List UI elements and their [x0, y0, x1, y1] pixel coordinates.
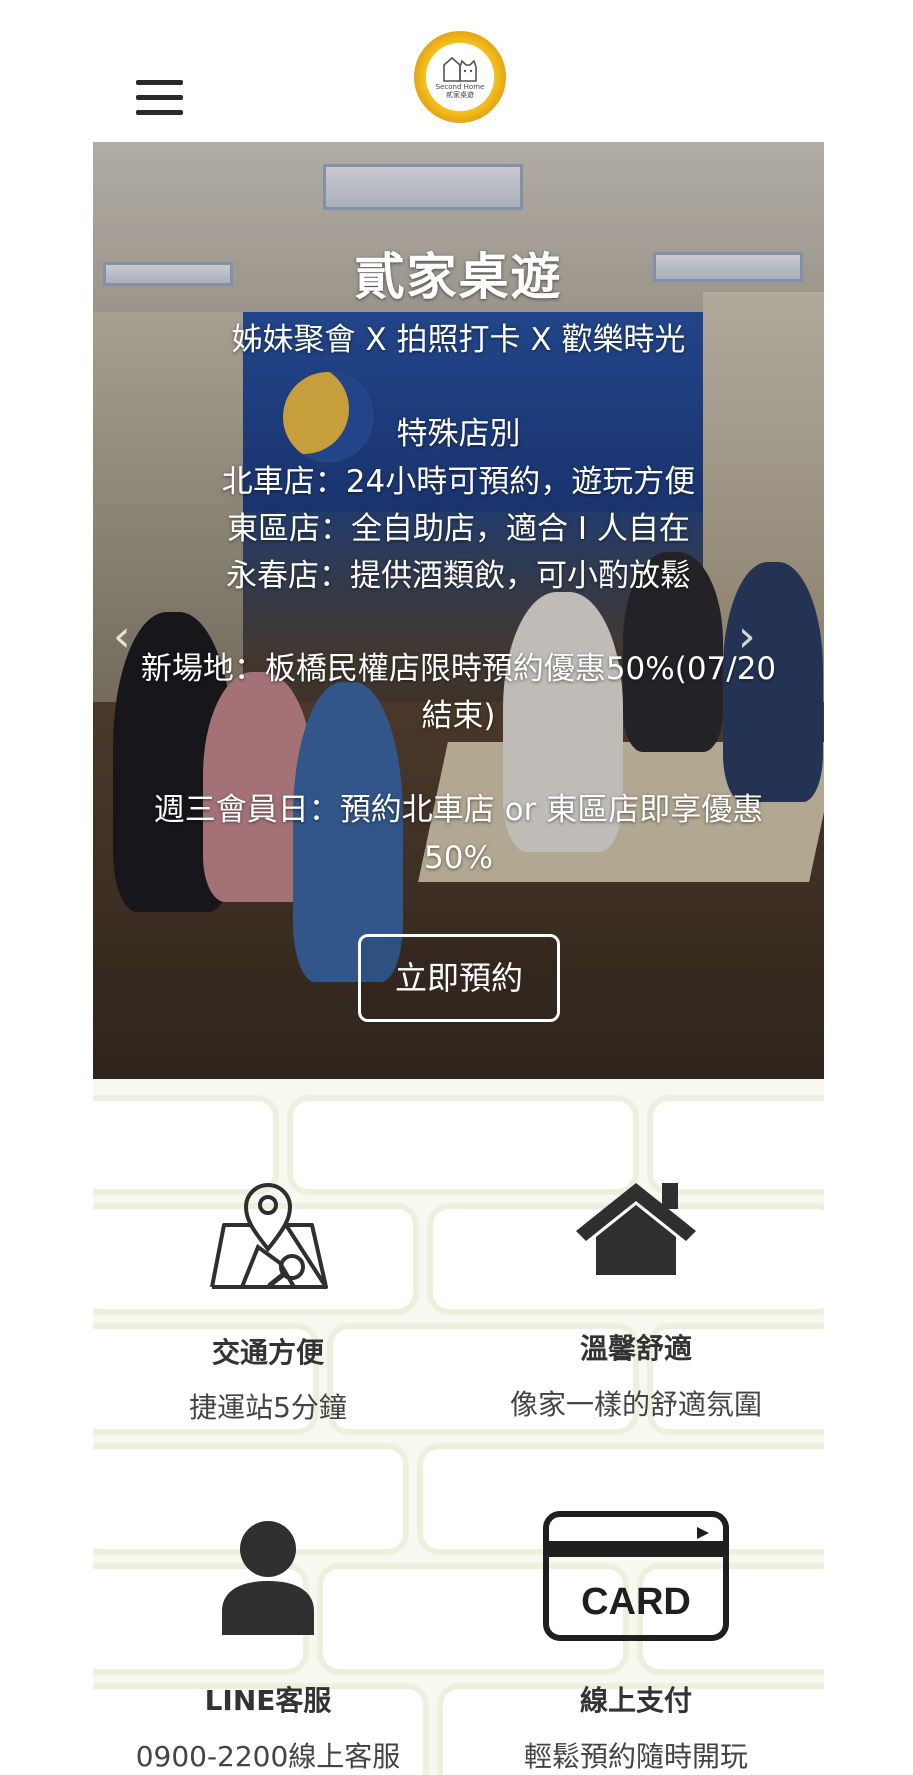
feature-title: 線上支付 — [579, 1684, 692, 1717]
feature-description: 0900-2200線上客服 — [135, 1740, 401, 1773]
feature-description: 像家一樣的舒適氛圍 — [509, 1388, 762, 1421]
features-section: 交通方便 捷運站5分鐘 溫馨舒適 像家一樣的舒適氛圍 LINE客服 0900-2… — [93, 1079, 824, 1775]
hamburger-menu-button[interactable] — [108, 64, 210, 146]
hero-store-line: 東區店：全自助店，適合 I 人自在 — [227, 511, 690, 547]
feature-description: 輕鬆預約隨時開玩 — [523, 1740, 748, 1773]
hero-promo-line: 新場地：板橋民權店限時預約優惠50%(07/20 — [140, 651, 777, 687]
slider-prev-arrow-icon[interactable]: ‹ — [113, 612, 143, 662]
logo-text-en: Second Home — [435, 83, 485, 91]
hero-member-line: 50% — [424, 840, 493, 876]
cat-house-icon — [443, 56, 477, 82]
hero-tagline: 姊妹聚會 X 拍照打卡 X 歡樂時光 — [231, 322, 686, 358]
brick-decoration — [653, 1101, 824, 1189]
hero-store-line: 永春店：提供酒類飲，可小酌放鬆 — [226, 558, 691, 594]
hero-title: 貳家桌遊 — [354, 248, 563, 306]
logo-text-zh: 貳家桌遊 — [446, 91, 474, 99]
map-pin-icon — [210, 1183, 328, 1289]
book-now-button[interactable]: 立即預約 — [358, 934, 560, 1022]
hero-store-line: 北車店：24小時可預約，遊玩方便 — [221, 464, 696, 500]
slider-next-arrow-icon[interactable]: › — [738, 612, 768, 662]
menu-bar-icon — [136, 110, 183, 115]
feature-description: 捷運站5分鐘 — [189, 1391, 347, 1424]
site-header: Second Home 貳家桌遊 — [0, 0, 913, 146]
card-label: CARD — [581, 1581, 691, 1623]
feature-title: 交通方便 — [211, 1336, 324, 1369]
hero-slider: 貳家桌遊 姊妹聚會 X 拍照打卡 X 歡樂時光 特殊店別 北車店：24小時可預約… — [93, 142, 824, 1079]
menu-bar-icon — [136, 95, 183, 100]
house-icon — [576, 1183, 696, 1275]
feature-title: LINE客服 — [204, 1684, 332, 1717]
hero-member-line: 週三會員日：預約北車店 or 東區店即享優惠 — [153, 792, 764, 828]
hero-special-heading: 特殊店別 — [396, 416, 521, 452]
feature-title: 溫馨舒適 — [579, 1332, 692, 1365]
hero-promo-line: 結束) — [421, 698, 496, 734]
logo-emblem: Second Home 貳家桌遊 — [428, 45, 492, 109]
site-logo[interactable]: Second Home 貳家桌遊 — [414, 31, 506, 123]
menu-bar-icon — [136, 80, 183, 85]
card-icon: CARD — [543, 1511, 729, 1641]
user-icon — [222, 1521, 314, 1635]
